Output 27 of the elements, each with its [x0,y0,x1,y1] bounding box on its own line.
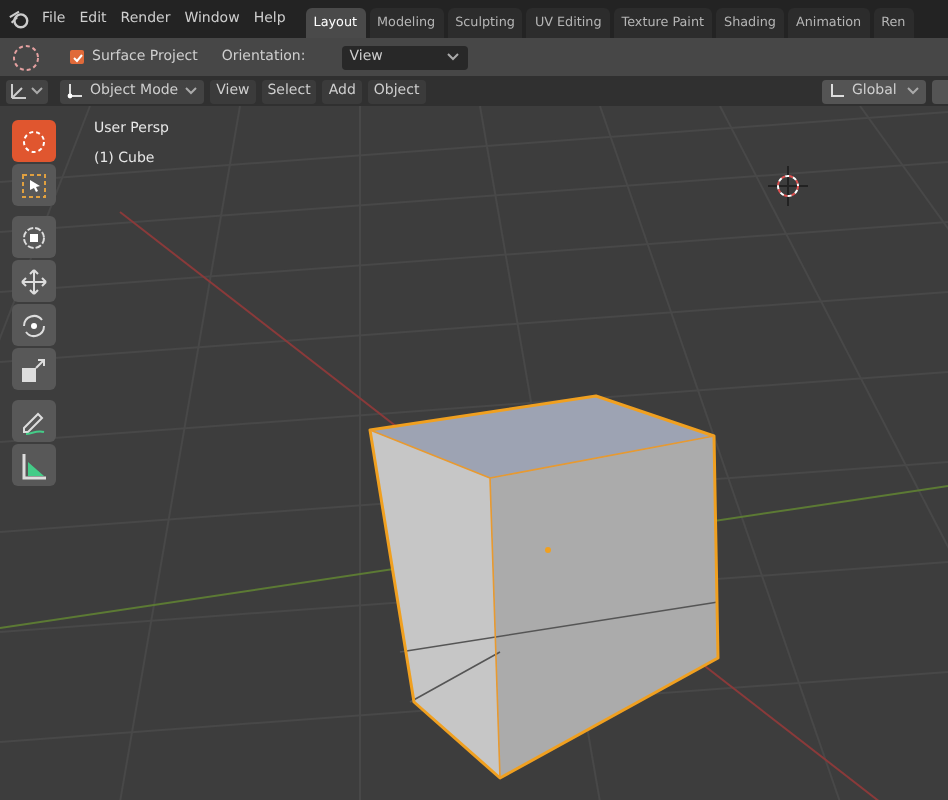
caret-icon [445,52,460,62]
axes-icon [10,82,28,100]
tool-button[interactable] [12,164,56,206]
axes-icon [828,82,846,100]
pencil-icon [20,407,48,435]
caret-icon [906,86,920,96]
3d-cursor-icon [768,166,808,206]
axes-icon [66,82,84,100]
tool-button[interactable] [12,444,56,486]
ruler-icon [20,451,48,479]
scale-icon [20,355,48,383]
caret-icon [184,86,199,96]
tool-button[interactable] [12,348,56,390]
tool-button[interactable] [12,304,56,346]
cursor-icon [20,223,48,251]
tool-button[interactable] [12,260,56,302]
tool-button[interactable] [12,120,56,162]
dashed-circle-icon[interactable] [10,41,42,73]
blender-logo-icon[interactable] [8,8,30,30]
editor-type-dropdown[interactable] [6,79,48,103]
select-box-icon [20,171,48,199]
rotate-icon [20,311,48,339]
move-arrows-icon [20,267,48,295]
tool-button[interactable] [12,400,56,442]
caret-icon [30,86,44,96]
tool-button[interactable] [12,216,56,258]
dashed-circle-icon [20,127,48,155]
